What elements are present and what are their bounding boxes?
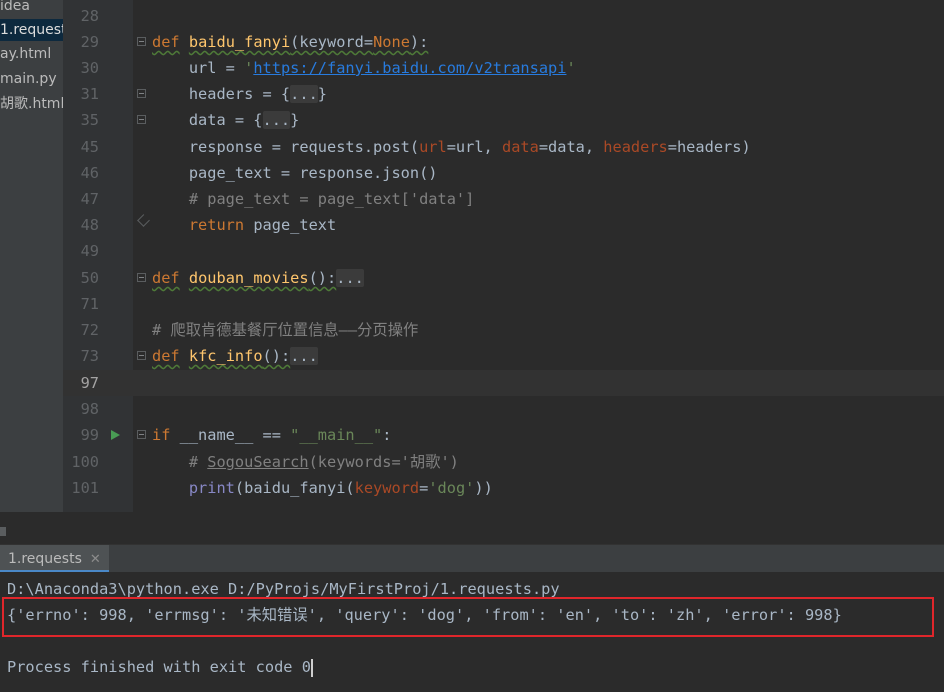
code-headers-assign: headers = {...} [152,85,328,103]
text-cursor [310,658,313,677]
code-url-assign: url = 'https://fanyi.baidu.com/v2transap… [152,59,576,77]
run-gutter-icon[interactable] [111,430,120,440]
code-line: 99 if __name__ == "__main__": [63,422,944,448]
line-number: 97 [80,374,99,392]
line-number: 98 [80,400,99,418]
fold-toggle-icon[interactable] [137,37,146,46]
line-number: 73 [80,347,99,365]
close-icon[interactable]: ✕ [90,552,101,567]
line-number: 28 [80,7,99,25]
code-line: 71 [63,291,944,317]
line-number: 35 [80,111,99,129]
code-print-call: print(baidu_fanyi(keyword='dog')) [188,479,493,497]
code-line: 46 page_text = response.json() [63,160,944,186]
line-number: 100 [71,453,99,471]
code-line: 98 [63,396,944,422]
line-number: 72 [80,321,99,339]
code-line: 28 [63,3,944,29]
code-def-baidu-fanyi: def baidu_fanyi(keyword=None): [152,33,429,51]
code-editor[interactable]: 28 29 def baidu_fanyi(keyword=None): 30 … [63,0,944,512]
code-line: 29 def baidu_fanyi(keyword=None): [63,29,944,55]
code-line-clipped [63,501,944,512]
run-tab-requests[interactable]: 1.requests ✕ [0,545,109,573]
code-line-current[interactable]: 97 [63,370,944,396]
fold-toggle-icon[interactable] [137,115,146,124]
line-number: 45 [80,138,99,156]
line-number: 29 [80,33,99,51]
code-line: 72 # 爬取肯德基餐厅位置信息——分页操作 [63,317,944,343]
code-data-assign: data = {...} [152,111,300,129]
fold-toggle-icon[interactable] [137,430,146,439]
code-line: 100 # SogouSearch(keywords='胡歌') [63,449,944,475]
code-comment: # page_text = page_text['data'] [188,190,475,208]
line-number: 31 [80,85,99,103]
run-tool-window-tabs: 1.requests ✕ [0,544,944,573]
line-number: 50 [80,269,99,287]
code-line: 73 def kfc_info():... [63,343,944,369]
code-line: 47 # page_text = page_text['data'] [63,186,944,212]
code-line: 50 def douban_movies():... [63,265,944,291]
line-number: 47 [80,190,99,208]
code-line: 30 url = 'https://fanyi.baidu.com/v2tran… [63,55,944,81]
code-def-kfc-info: def kfc_info():... [152,347,318,365]
code-response-assign: response = requests.post(url=url, data=d… [152,138,751,156]
line-number: 46 [80,164,99,182]
sidebar-scrollbar[interactable] [0,527,6,536]
code-comment: # SogouSearch(keywords='胡歌') [152,453,459,471]
fold-toggle-icon[interactable] [137,273,146,282]
run-tab-label: 1.requests [8,551,82,567]
code-if-main: if __name__ == "__main__": [152,426,392,444]
code-line: 48 return page_text [63,212,944,238]
code-def-douban-movies: def douban_movies():... [152,269,364,287]
console-exit-line: Process finished with exit code 0 [7,658,313,677]
code-line: 31 headers = {...} [63,81,944,107]
output-highlight-box [2,597,934,637]
line-number: 71 [80,295,99,313]
code-return: return page_text [188,216,337,234]
fold-toggle-icon[interactable] [137,351,146,360]
code-line: 35 data = {...} [63,107,944,133]
code-line: 101 print(baidu_fanyi(keyword='dog')) [63,475,944,501]
fold-toggle-icon[interactable] [137,89,146,98]
fold-end-icon[interactable] [137,214,150,227]
line-number: 99 [80,426,99,444]
line-number: 49 [80,242,99,260]
project-file-main-py[interactable]: main.py [0,68,57,90]
project-sidebar: idea 1.request ay.html main.py 胡歌.html [0,0,63,512]
code-page-text-assign: page_text = response.json() [152,164,438,182]
project-file-ay-html[interactable]: ay.html [0,43,51,65]
code-comment: # 爬取肯德基餐厅位置信息——分页操作 [152,321,419,339]
code-line: 45 response = requests.post(url=url, dat… [63,134,944,160]
line-number: 48 [80,216,99,234]
project-file-idea[interactable]: idea [0,0,30,17]
line-number: 101 [71,479,99,497]
code-line: 49 [63,238,944,264]
project-file-requests[interactable]: 1.request [0,19,63,41]
project-file-huge-html[interactable]: 胡歌.html [0,93,63,115]
line-number: 30 [80,59,99,77]
